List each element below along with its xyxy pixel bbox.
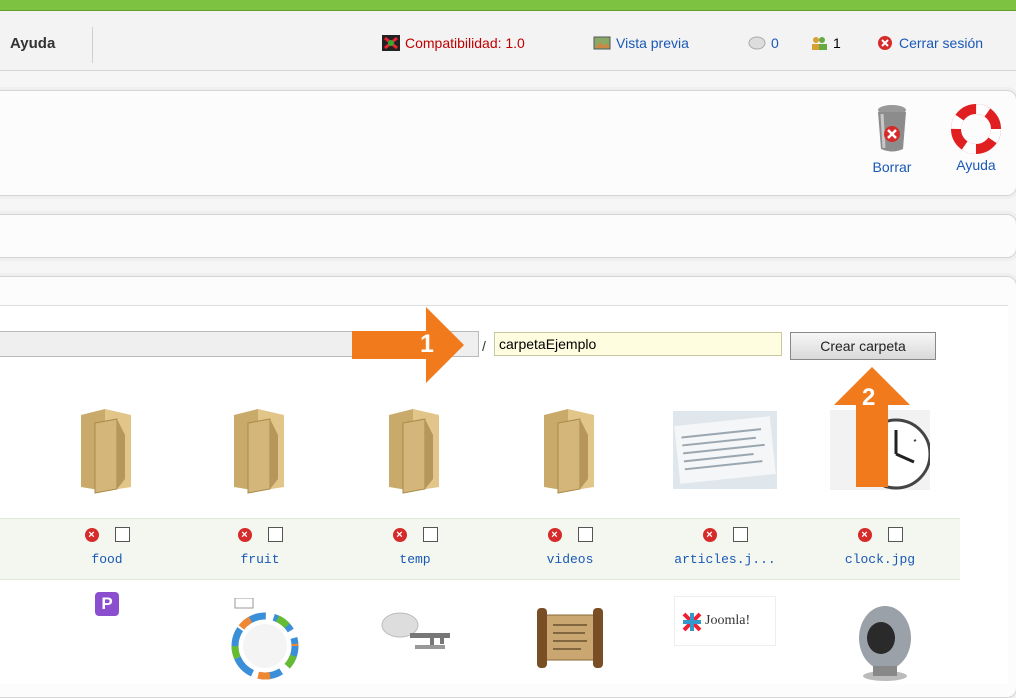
callout-number-2: 2 [862,384,876,411]
create-folder-button[interactable]: Crear carpeta [790,332,936,360]
path-separator: / [482,338,486,354]
scroll-thumbnail [537,608,603,668]
joomla-logo-thumbnail: Joomla! [674,596,776,646]
logout-text: Cerrar sesión [899,35,984,51]
thumb-diagram[interactable] [185,597,335,688]
folder-icon [495,400,645,500]
preview-icon [593,35,611,51]
compatibility-status[interactable]: Compatibilidad: 1.0 [382,35,525,51]
item-controls: × [340,526,490,544]
thumb-keys[interactable] [340,605,490,670]
top-accent-bar [0,0,1016,11]
delete-item-icon[interactable]: × [857,527,872,542]
admin-header: Ayuda Compatibilidad: 1.0 Vista previa 0… [0,11,1016,71]
p-badge-icon: P [95,592,119,616]
media-item-name[interactable]: fruit [185,552,335,567]
select-item-checkbox[interactable] [267,527,283,543]
media-item-4[interactable]: × videos [495,400,645,567]
select-item-checkbox[interactable] [114,527,130,543]
trash-icon [862,104,922,157]
messages-count[interactable]: 0 [748,35,779,51]
keys-thumbnail [381,612,450,649]
users-online[interactable]: 1 [810,35,841,51]
callout-number-1: 1 [420,330,434,358]
item-controls: × [185,526,335,544]
delete-button[interactable]: Borrar [862,104,922,175]
preview-text: Vista previa [616,35,689,51]
callout-arrow-1 [352,307,464,383]
select-item-checkbox[interactable] [422,527,438,543]
messages-icon [748,35,766,51]
media-item-name[interactable]: clock.jpg [805,552,955,567]
select-item-checkbox[interactable] [732,527,748,543]
item-controls: × [805,526,955,544]
computer-thumbnail [859,606,911,681]
media-item-name[interactable]: videos [495,552,645,567]
select-item-checkbox[interactable] [577,527,593,543]
folder-icon [185,400,335,500]
users-icon [810,35,828,51]
joomla-logo-text: Joomla! [705,613,751,628]
delete-label: Borrar [872,159,912,175]
delete-item-icon[interactable]: × [702,527,717,542]
joomla-compat-icon [382,35,400,51]
media-item-name[interactable]: temp [340,552,490,567]
delete-item-icon[interactable]: × [392,527,407,542]
media-item-1[interactable]: × food [32,400,182,567]
help-label: Ayuda [956,157,996,173]
media-item-name[interactable]: food [32,552,182,567]
delete-item-icon[interactable]: × [84,527,99,542]
messages-count-text: 0 [771,35,779,51]
media-item-3[interactable]: × temp [340,400,490,567]
folder-icon [32,400,182,500]
diagram-thumbnail [231,597,299,680]
compatibility-text: Compatibilidad: 1.0 [405,35,525,51]
thumb-computer[interactable] [805,598,955,688]
folder-icon [340,400,490,500]
menu-separator [92,27,93,63]
thumb-p-badge[interactable]: P [32,592,182,616]
delete-item-icon[interactable]: × [547,527,562,542]
item-controls: × [650,526,800,544]
help-button[interactable]: Ayuda [944,104,1008,173]
empty-bar-panel [0,214,1016,258]
document-photo-thumbnail [650,400,800,500]
thumb-joomla[interactable]: Joomla! [650,596,800,651]
logout-link[interactable]: Cerrar sesión [876,35,983,51]
media-item-5[interactable]: × articles.j... [650,400,800,567]
item-controls: × [32,526,182,544]
item-controls: × [495,526,645,544]
media-item-name[interactable]: articles.j... [650,552,800,567]
media-item-2[interactable]: × fruit [185,400,335,567]
preview-link[interactable]: Vista previa [593,35,689,51]
delete-item-icon[interactable]: × [237,527,252,542]
users-count-text: 1 [833,35,841,51]
joomla-logo-icon [682,612,702,632]
logout-icon [876,35,894,51]
thumb-scroll[interactable] [495,600,645,680]
menu-help[interactable]: Ayuda [10,35,55,52]
folder-name-input[interactable] [494,332,782,356]
lifebuoy-icon [944,104,1008,157]
select-item-checkbox[interactable] [887,527,903,543]
